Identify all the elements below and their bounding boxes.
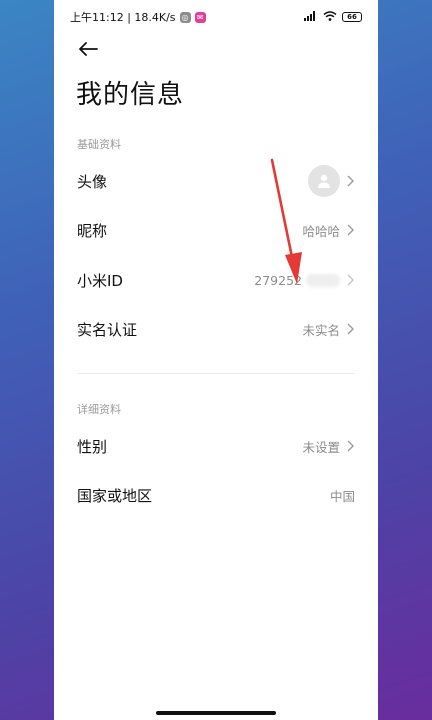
- redacted-blur: [306, 273, 340, 287]
- battery-icon: 66: [342, 12, 362, 22]
- home-indicator[interactable]: [156, 711, 276, 715]
- row-region-label: 国家或地区: [77, 486, 153, 505]
- section-label-basic: 基础资料: [77, 138, 121, 151]
- row-region-right: 中国: [330, 486, 355, 505]
- back-arrow-icon: [79, 42, 98, 56]
- row-gender-right: 未设置: [302, 437, 355, 456]
- message-app-icon: ✉: [194, 11, 206, 23]
- chevron-right-icon: [347, 274, 354, 286]
- row-real-name-value: 未实名: [302, 322, 340, 338]
- row-nickname-right: 哈哈哈: [302, 221, 355, 240]
- section-divider: [77, 373, 355, 374]
- row-gender-value: 未设置: [302, 439, 340, 455]
- user-icon: [318, 174, 330, 188]
- wifi-icon: [323, 10, 337, 24]
- row-mi-id-label: 小米ID: [77, 271, 123, 290]
- status-right: 66: [304, 10, 362, 24]
- row-region[interactable]: 国家或地区 中国: [54, 471, 378, 519]
- avatar[interactable]: [308, 165, 340, 197]
- section-label-detail: 详细资料: [77, 403, 121, 416]
- row-mi-id[interactable]: 小米ID 279252: [54, 256, 378, 304]
- chevron-right-icon: [347, 440, 354, 452]
- row-region-value: 中国: [329, 488, 355, 504]
- signal-icon: [304, 10, 318, 24]
- status-time-speed: 上午11:12 | 18.4K/s: [70, 11, 176, 24]
- row-nickname[interactable]: 昵称 哈哈哈: [54, 206, 378, 254]
- row-real-name-label: 实名认证: [77, 320, 138, 339]
- back-button[interactable]: [74, 36, 102, 62]
- row-gender-label: 性别: [77, 437, 108, 456]
- chevron-right-icon: [347, 175, 354, 187]
- page-title: 我的信息: [76, 80, 185, 110]
- row-mi-id-value: 279252: [254, 272, 302, 288]
- row-avatar-right: [308, 165, 355, 197]
- row-avatar[interactable]: 头像: [54, 157, 378, 205]
- notification-app-icon: ◎: [179, 11, 191, 23]
- chevron-right-icon: [347, 224, 354, 236]
- row-nickname-value: 哈哈哈: [302, 223, 340, 239]
- row-gender[interactable]: 性别 未设置: [54, 422, 378, 470]
- row-avatar-label: 头像: [77, 172, 108, 191]
- status-left: 上午11:12 | 18.4K/s ◎ ✉: [70, 9, 206, 25]
- row-mi-id-right: 279252: [254, 273, 355, 288]
- phone-screen: 上午11:12 | 18.4K/s ◎ ✉ 66 我的信息 基础资料 头像 昵称…: [54, 0, 378, 720]
- status-bar: 上午11:12 | 18.4K/s ◎ ✉ 66: [54, 0, 378, 34]
- row-nickname-label: 昵称: [77, 221, 108, 240]
- chevron-right-icon: [347, 323, 354, 335]
- row-real-name-right: 未实名: [302, 320, 355, 339]
- row-real-name[interactable]: 实名认证 未实名: [54, 305, 378, 353]
